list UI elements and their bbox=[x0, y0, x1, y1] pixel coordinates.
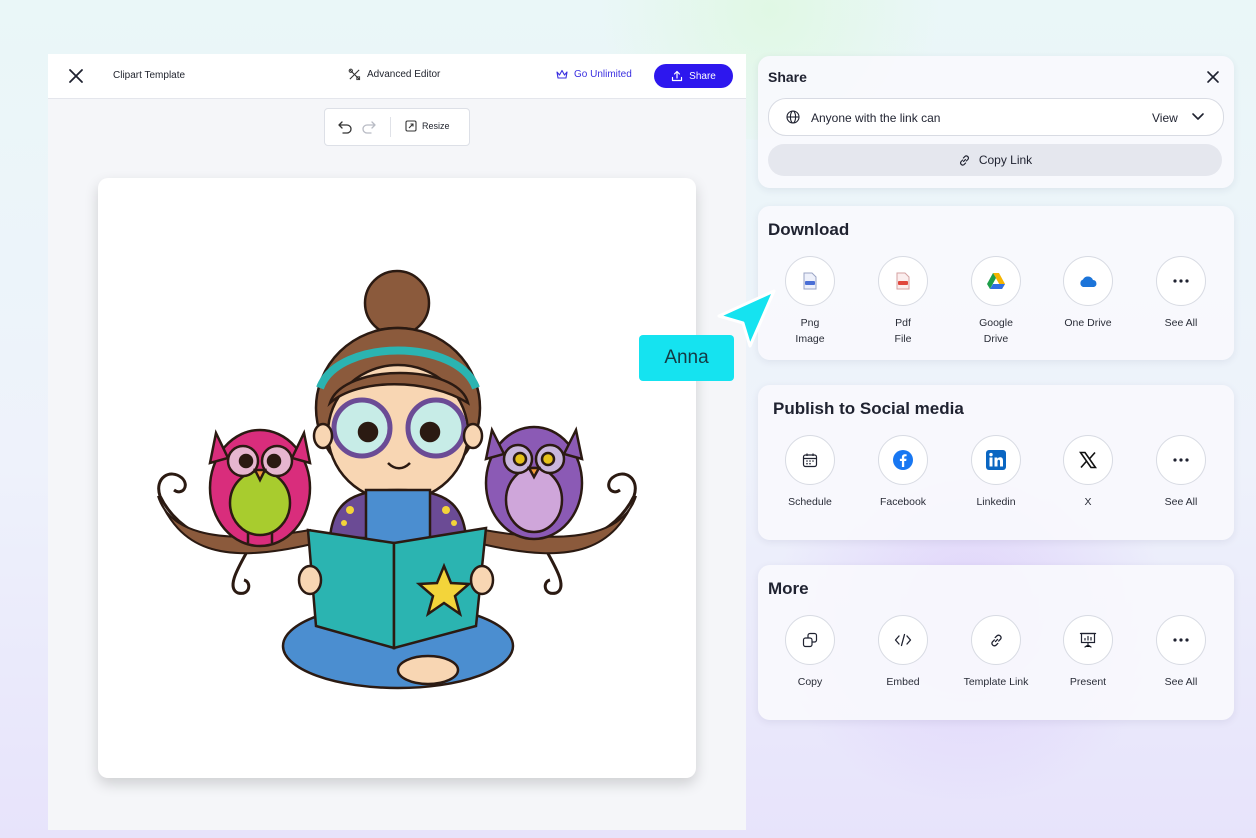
png-file-icon bbox=[785, 256, 835, 306]
download-see-all-option[interactable]: See All bbox=[1141, 256, 1221, 331]
resize-icon bbox=[405, 120, 417, 132]
social-media-card: Publish to Social media Schedule Faceboo… bbox=[758, 385, 1234, 540]
download-google-drive-label: Google Drive bbox=[979, 317, 1013, 345]
embed-code-icon bbox=[878, 615, 928, 665]
girl-reading-illustration bbox=[157, 269, 637, 690]
google-drive-icon bbox=[971, 256, 1021, 306]
share-button[interactable]: Share bbox=[654, 64, 733, 88]
more-see-all-label: See All bbox=[1164, 676, 1198, 688]
more-see-all-option[interactable]: See All bbox=[1141, 615, 1221, 690]
permission-value: View bbox=[1152, 111, 1178, 125]
more-icon bbox=[1156, 435, 1206, 485]
download-pdf-option[interactable]: Pdf File bbox=[863, 256, 943, 347]
download-see-all-label: See All bbox=[1164, 317, 1198, 329]
collaborator-name-tag: Anna bbox=[639, 335, 734, 381]
more-card: More Copy Embed Template Link Present Se… bbox=[758, 565, 1234, 720]
more-present-label: Present bbox=[1069, 676, 1107, 688]
redo-icon[interactable] bbox=[361, 120, 377, 134]
resize-label: Resize bbox=[422, 121, 450, 131]
link-icon bbox=[971, 615, 1021, 665]
more-copy-label: Copy bbox=[797, 676, 823, 688]
download-pdf-label: Pdf File bbox=[894, 317, 912, 345]
present-icon bbox=[1063, 615, 1113, 665]
download-onedrive-option[interactable]: One Drive bbox=[1048, 256, 1128, 331]
more-template-link-option[interactable]: Template Link bbox=[956, 615, 1036, 690]
share-button-label: Share bbox=[689, 70, 716, 82]
linkedin-icon bbox=[971, 435, 1021, 485]
advanced-editor-label: Advanced Editor bbox=[367, 69, 441, 80]
go-unlimited-button[interactable]: Go Unlimited bbox=[556, 69, 632, 80]
more-title: More bbox=[768, 579, 809, 598]
social-linkedin-label: Linkedin bbox=[976, 496, 1016, 508]
design-canvas[interactable] bbox=[98, 178, 696, 778]
upload-icon bbox=[672, 70, 683, 82]
chevron-down-icon bbox=[1192, 113, 1204, 120]
editor-window: Clipart Template Advanced Editor Go Unli… bbox=[48, 54, 746, 830]
onedrive-icon bbox=[1063, 256, 1113, 306]
more-embed-label: Embed bbox=[886, 676, 920, 688]
download-title: Download bbox=[768, 220, 850, 239]
download-google-drive-option[interactable]: Google Drive bbox=[956, 256, 1036, 347]
permission-text: Anyone with the link can bbox=[811, 111, 941, 125]
copy-icon bbox=[785, 615, 835, 665]
share-panel-title: Share bbox=[768, 69, 807, 85]
copy-link-label: Copy Link bbox=[978, 153, 1033, 167]
globe-icon bbox=[786, 110, 800, 124]
social-see-all-option[interactable]: See All bbox=[1141, 435, 1221, 510]
canvas-toolbar: Resize bbox=[324, 108, 470, 146]
advanced-editor-button[interactable]: Advanced Editor bbox=[348, 68, 440, 81]
go-unlimited-label: Go Unlimited bbox=[574, 69, 632, 80]
collaborator-name: Anna bbox=[664, 347, 709, 368]
more-copy-option[interactable]: Copy bbox=[770, 615, 850, 690]
editor-topbar: Clipart Template Advanced Editor Go Unli… bbox=[48, 54, 746, 99]
more-icon bbox=[1156, 256, 1206, 306]
close-icon[interactable] bbox=[1206, 70, 1220, 84]
social-linkedin-option[interactable]: Linkedin bbox=[956, 435, 1036, 510]
more-present-option[interactable]: Present bbox=[1048, 615, 1128, 690]
calendar-icon bbox=[785, 435, 835, 485]
facebook-icon bbox=[878, 435, 928, 485]
x-icon bbox=[1063, 435, 1113, 485]
download-png-label: Png Image bbox=[795, 317, 825, 345]
link-icon bbox=[959, 154, 969, 166]
social-media-title: Publish to Social media bbox=[773, 399, 964, 418]
pdf-file-icon bbox=[878, 256, 928, 306]
social-schedule-label: Schedule bbox=[788, 496, 832, 508]
download-onedrive-label: One Drive bbox=[1064, 317, 1112, 329]
undo-icon[interactable] bbox=[337, 120, 353, 134]
social-facebook-label: Facebook bbox=[879, 496, 927, 508]
more-template-link-label: Template Link bbox=[963, 676, 1029, 688]
resize-button[interactable]: Resize bbox=[405, 120, 450, 132]
social-x-label: X bbox=[1084, 496, 1092, 508]
download-png-option[interactable]: Png Image bbox=[770, 256, 850, 347]
more-embed-option[interactable]: Embed bbox=[863, 615, 943, 690]
social-x-option[interactable]: X bbox=[1048, 435, 1128, 510]
more-icon bbox=[1156, 615, 1206, 665]
tools-icon bbox=[348, 68, 361, 81]
toolbar-divider bbox=[390, 117, 391, 137]
copy-link-button[interactable]: Copy Link bbox=[768, 144, 1222, 176]
social-see-all-label: See All bbox=[1164, 496, 1198, 508]
social-facebook-option[interactable]: Facebook bbox=[863, 435, 943, 510]
download-card: Download Png Image Pdf File Google Drive… bbox=[758, 206, 1234, 360]
link-permission-select[interactable]: Anyone with the link can View bbox=[768, 98, 1224, 136]
close-icon[interactable] bbox=[66, 66, 86, 86]
document-title: Clipart Template bbox=[113, 70, 186, 81]
crown-icon bbox=[556, 69, 568, 79]
share-card: Share Anyone with the link can View Copy… bbox=[758, 56, 1234, 188]
social-schedule-option[interactable]: Schedule bbox=[770, 435, 850, 510]
